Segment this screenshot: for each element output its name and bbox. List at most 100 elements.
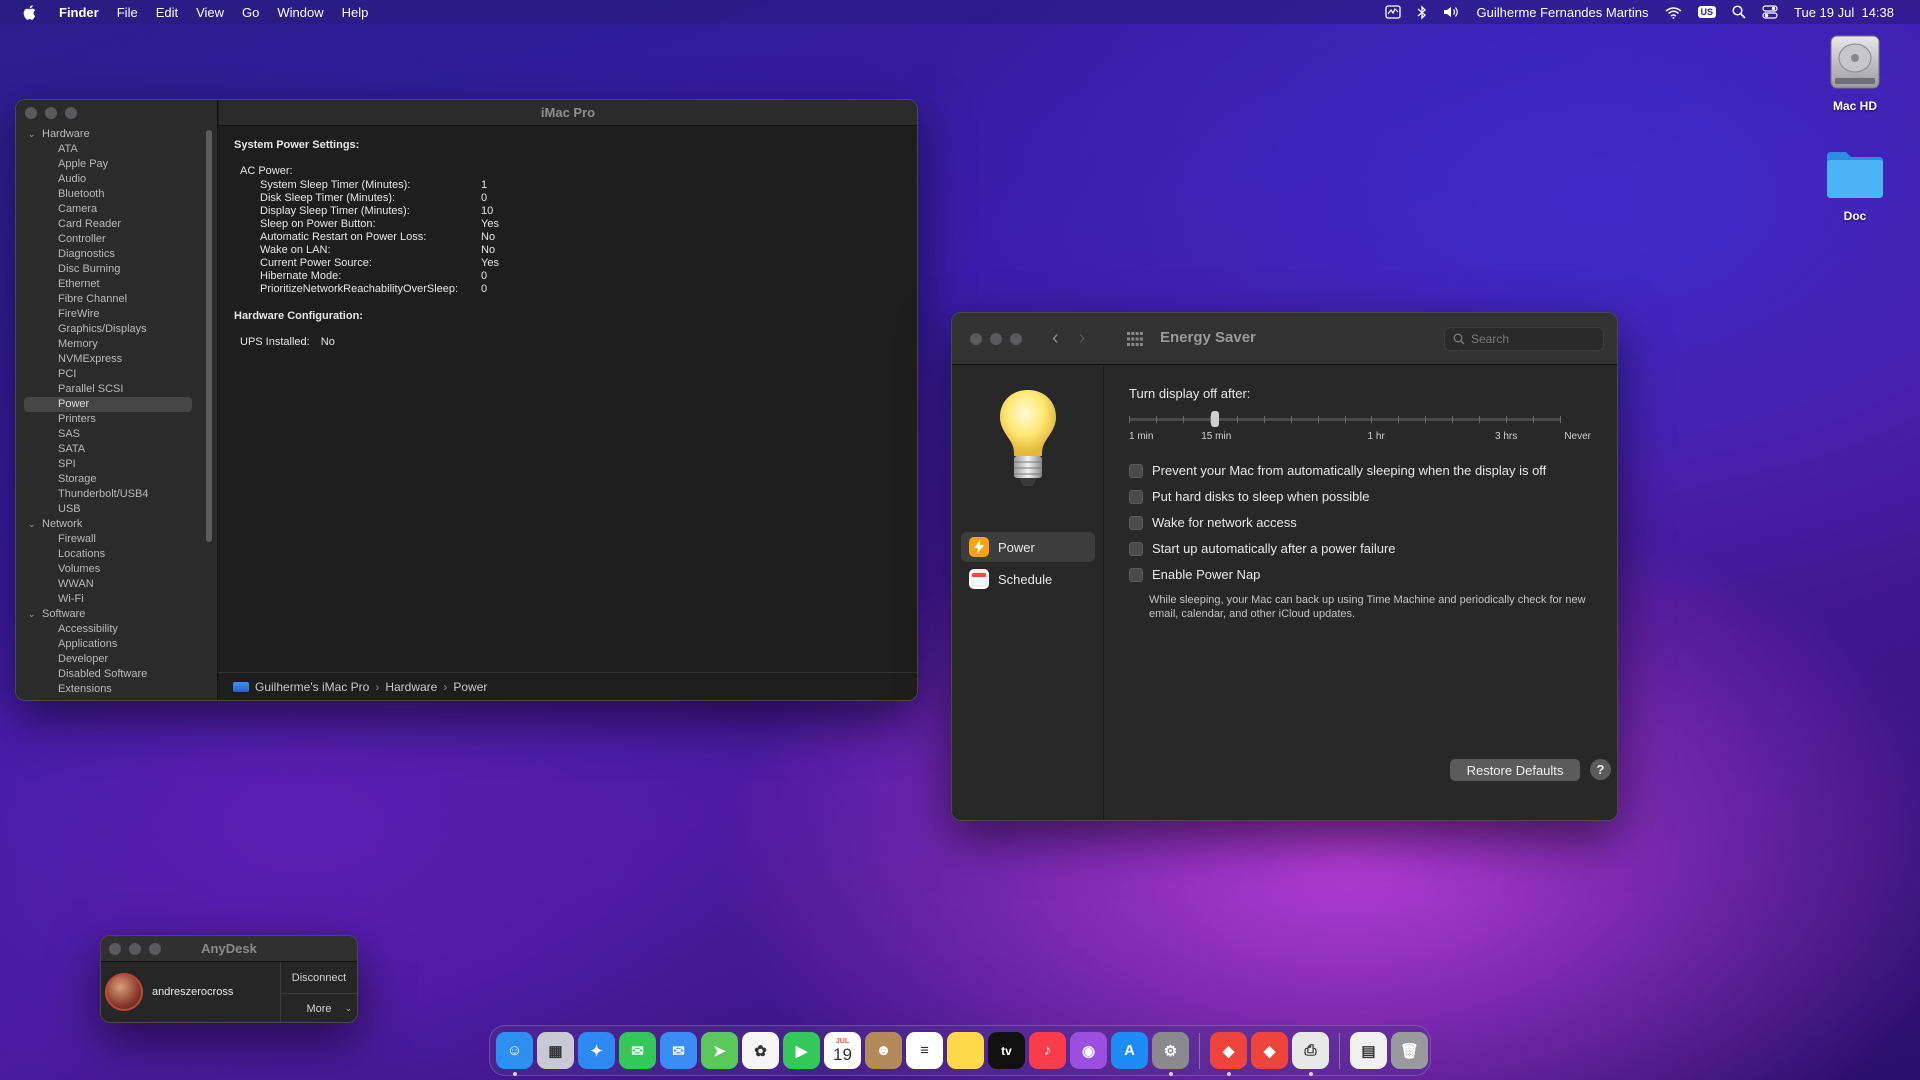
sidebar-item-graphics-displays[interactable]: Graphics/Displays bbox=[16, 322, 217, 337]
facetime-icon[interactable]: ▶ bbox=[783, 1032, 820, 1069]
option-prevent-sleep[interactable]: Prevent your Mac from automatically slee… bbox=[1129, 463, 1546, 478]
menu-window[interactable]: Window bbox=[268, 5, 332, 20]
sidebar-item-card-reader[interactable]: Card Reader bbox=[16, 217, 217, 232]
volume-icon[interactable] bbox=[1435, 5, 1469, 19]
control-center-icon[interactable] bbox=[1754, 5, 1786, 19]
podcasts-icon[interactable]: ◉ bbox=[1070, 1032, 1107, 1069]
desktop-icon-mac-hd[interactable]: Mac HD bbox=[1810, 32, 1900, 113]
forward-arrow-icon[interactable]: › bbox=[1079, 327, 1086, 350]
option-disk-sleep[interactable]: Put hard disks to sleep when possible bbox=[1129, 489, 1370, 504]
sidebar-item-ata[interactable]: ATA bbox=[16, 142, 217, 157]
contacts-icon[interactable]: ☻ bbox=[865, 1032, 902, 1069]
spotlight-search-icon[interactable] bbox=[1724, 5, 1754, 19]
sidebar-item-pci[interactable]: PCI bbox=[16, 367, 217, 382]
sidebar-group-software[interactable]: ⌄ Software bbox=[16, 607, 217, 622]
sidebar-item-power[interactable]: Power bbox=[24, 397, 192, 412]
sidebar-item-ethernet[interactable]: Ethernet bbox=[16, 277, 217, 292]
sidebar-item-firewire[interactable]: FireWire bbox=[16, 307, 217, 322]
sidebar-item-diagnostics[interactable]: Diagnostics bbox=[16, 247, 217, 262]
checkbox[interactable] bbox=[1129, 489, 1143, 504]
menu-app-name[interactable]: Finder bbox=[50, 5, 108, 20]
sidebar-item-disabled-software[interactable]: Disabled Software bbox=[16, 667, 217, 682]
menu-file[interactable]: File bbox=[108, 5, 147, 20]
more-button[interactable]: More ⌄ bbox=[281, 993, 357, 1022]
photos-icon[interactable]: ✿ bbox=[742, 1032, 779, 1069]
checkbox[interactable] bbox=[1129, 567, 1143, 582]
messages-icon[interactable]: ✉ bbox=[619, 1032, 656, 1069]
sidebar-scrollbar[interactable] bbox=[206, 130, 212, 542]
apple-menu-icon[interactable] bbox=[18, 4, 40, 20]
sidebar-item-sas[interactable]: SAS bbox=[16, 427, 217, 442]
path-item[interactable]: Guilherme's iMac Pro bbox=[255, 680, 369, 694]
checkbox[interactable] bbox=[1129, 515, 1143, 530]
mail-icon[interactable]: ✉ bbox=[660, 1032, 697, 1069]
restore-defaults-button[interactable]: Restore Defaults bbox=[1450, 759, 1580, 781]
keyboard-input-icon[interactable]: US bbox=[1690, 6, 1725, 18]
sidebar-item-parallel-scsi[interactable]: Parallel SCSI bbox=[16, 382, 217, 397]
sidebar-item-fibre-channel[interactable]: Fibre Channel bbox=[16, 292, 217, 307]
sidebar-item-thunderbolt-usb4[interactable]: Thunderbolt/USB4 bbox=[16, 487, 217, 502]
menu-edit[interactable]: Edit bbox=[147, 5, 187, 20]
music-icon[interactable]: ♪ bbox=[1029, 1032, 1066, 1069]
checkbox[interactable] bbox=[1129, 541, 1143, 556]
desktop-icon-doc[interactable]: Doc bbox=[1810, 146, 1900, 223]
document-icon[interactable]: ▤ bbox=[1350, 1032, 1387, 1069]
slider-knob[interactable] bbox=[1211, 411, 1219, 427]
sidebar-group-hardware[interactable]: ⌄ Hardware bbox=[16, 127, 217, 142]
sidebar-item-wi-fi[interactable]: Wi-Fi bbox=[16, 592, 217, 607]
sidebar-group-network[interactable]: ⌄ Network bbox=[16, 517, 217, 532]
finder-icon[interactable]: ☺ bbox=[496, 1032, 533, 1076]
appstore-icon[interactable]: A bbox=[1111, 1032, 1148, 1069]
wifi-icon[interactable] bbox=[1657, 6, 1690, 19]
minimize-button[interactable] bbox=[45, 107, 57, 119]
help-button[interactable]: ? bbox=[1590, 759, 1611, 780]
bluetooth-icon[interactable] bbox=[1409, 4, 1435, 20]
option-wake-network[interactable]: Wake for network access bbox=[1129, 515, 1297, 530]
sidebar-item-usb[interactable]: USB bbox=[16, 502, 217, 517]
sidebar-item-volumes[interactable]: Volumes bbox=[16, 562, 217, 577]
sidebar-item-apple-pay[interactable]: Apple Pay bbox=[16, 157, 217, 172]
close-button[interactable] bbox=[970, 333, 982, 345]
printer-icon[interactable]: ⎙ bbox=[1292, 1032, 1329, 1076]
back-arrow-icon[interactable]: ‹ bbox=[1052, 327, 1059, 350]
menu-user-name[interactable]: Guilherme Fernandes Martins bbox=[1469, 5, 1657, 20]
menu-go[interactable]: Go bbox=[233, 5, 268, 20]
nav-item-power[interactable]: Power bbox=[961, 532, 1095, 562]
nav-item-schedule[interactable]: Schedule bbox=[961, 564, 1095, 594]
sidebar-item-developer[interactable]: Developer bbox=[16, 652, 217, 667]
sidebar-item-memory[interactable]: Memory bbox=[16, 337, 217, 352]
sidebar-item-firewall[interactable]: Firewall bbox=[16, 532, 217, 547]
minimize-button[interactable] bbox=[990, 333, 1002, 345]
reminders-icon[interactable]: ≡ bbox=[906, 1032, 943, 1069]
sidebar-item-accessibility[interactable]: Accessibility bbox=[16, 622, 217, 637]
checkbox[interactable] bbox=[1129, 463, 1143, 478]
sidebar-item-locations[interactable]: Locations bbox=[16, 547, 217, 562]
disconnect-button[interactable]: Disconnect bbox=[281, 962, 357, 993]
sidebar-item-sata[interactable]: SATA bbox=[16, 442, 217, 457]
anydesk-alt-icon[interactable]: ◆ bbox=[1251, 1032, 1288, 1069]
option-auto-startup[interactable]: Start up automatically after a power fai… bbox=[1129, 541, 1396, 556]
system-preferences-icon[interactable]: ⚙ bbox=[1152, 1032, 1189, 1076]
safari-icon[interactable]: ✦ bbox=[578, 1032, 615, 1069]
menu-clock[interactable]: Tue 19 Jul 14:38 bbox=[1786, 5, 1902, 20]
anydesk-icon[interactable]: ◆ bbox=[1210, 1032, 1247, 1076]
menu-view[interactable]: View bbox=[187, 5, 233, 20]
sidebar-item-wwan[interactable]: WWAN bbox=[16, 577, 217, 592]
sidebar-item-applications[interactable]: Applications bbox=[16, 637, 217, 652]
sidebar-item-nvmexpress[interactable]: NVMExpress bbox=[16, 352, 217, 367]
launchpad-icon[interactable]: ▦ bbox=[537, 1032, 574, 1069]
sidebar-item-spi[interactable]: SPI bbox=[16, 457, 217, 472]
maps-icon[interactable]: ➤ bbox=[701, 1032, 738, 1069]
option-power-nap[interactable]: Enable Power Nap bbox=[1129, 567, 1260, 582]
path-item[interactable]: Power bbox=[453, 680, 487, 694]
display-sleep-slider[interactable]: 1 min 15 min 1 hr 3 hrs Never bbox=[1129, 411, 1591, 443]
show-all-grid-icon[interactable] bbox=[1127, 332, 1143, 346]
zoom-button[interactable] bbox=[1010, 333, 1022, 345]
menu-help[interactable]: Help bbox=[333, 5, 378, 20]
trash-icon[interactable]: 🗑 bbox=[1391, 1032, 1428, 1069]
sidebar-item-camera[interactable]: Camera bbox=[16, 202, 217, 217]
sidebar-item-audio[interactable]: Audio bbox=[16, 172, 217, 187]
close-button[interactable] bbox=[25, 107, 37, 119]
sidebar-item-printers[interactable]: Printers bbox=[16, 412, 217, 427]
sidebar-item-bluetooth[interactable]: Bluetooth bbox=[16, 187, 217, 202]
